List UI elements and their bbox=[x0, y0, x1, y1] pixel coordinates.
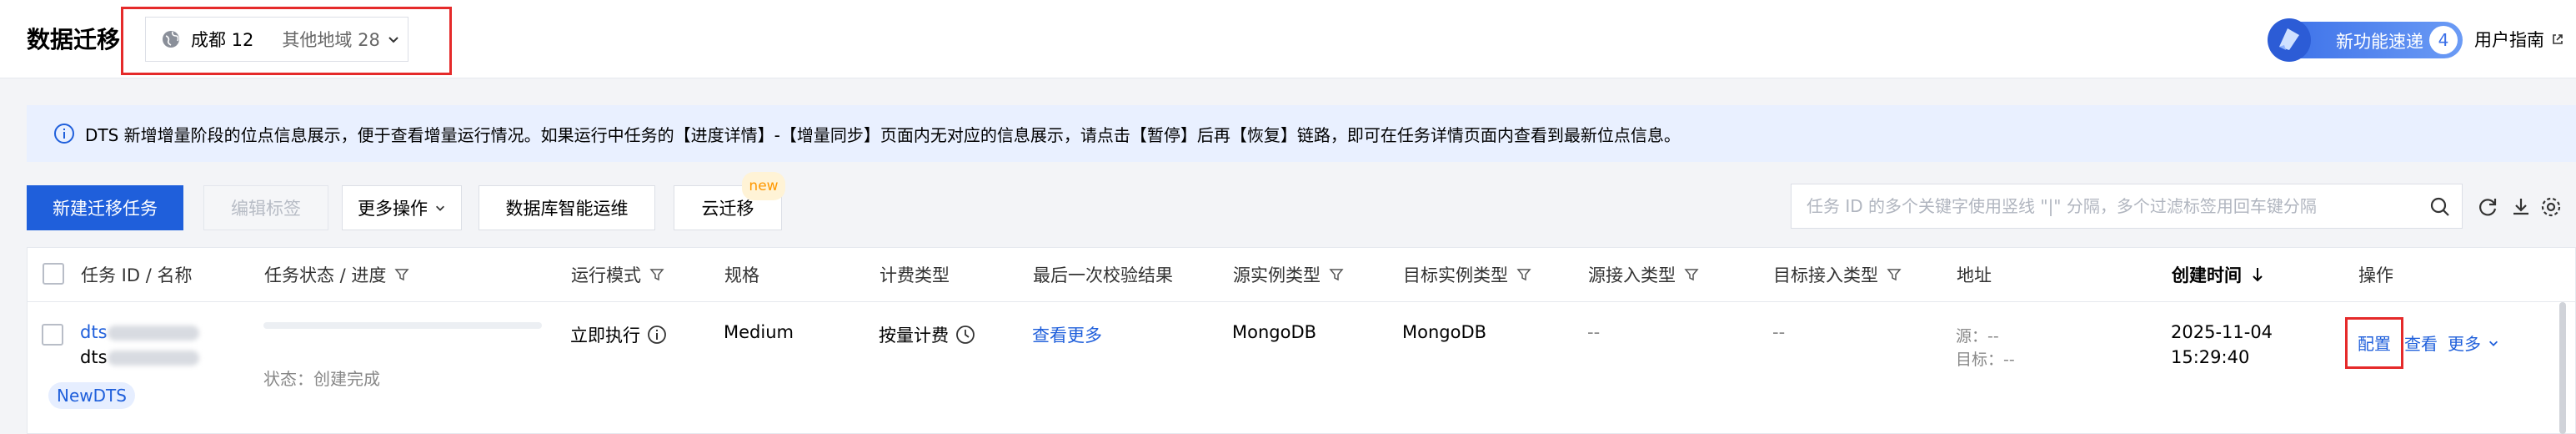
page-title: 数据迁移 bbox=[27, 26, 121, 53]
task-id-link[interactable]: dts bbox=[80, 322, 199, 342]
chevron-down-icon bbox=[434, 202, 446, 214]
column-header-actions: 操作 bbox=[2358, 265, 2393, 285]
task-tag[interactable]: NewDTS bbox=[48, 382, 135, 409]
column-header-source-access-label: 源接入类型 bbox=[1588, 265, 1676, 285]
created-time: 15:29:40 bbox=[2171, 347, 2250, 367]
region-other[interactable]: 其他地域 28 bbox=[282, 27, 379, 52]
task-status: 状态：创建完成 bbox=[263, 369, 380, 389]
task-id-prefix: dts bbox=[80, 322, 108, 342]
column-header-source-type-label: 源实例类型 bbox=[1233, 265, 1321, 285]
column-header-status-label: 任务状态 / 进度 bbox=[264, 265, 387, 285]
column-header-target-access[interactable]: 目标接入类型 bbox=[1773, 248, 1902, 301]
column-header-run-mode[interactable]: 运行模式 bbox=[571, 248, 664, 301]
column-header-run-mode-label: 运行模式 bbox=[571, 265, 641, 285]
filter-icon[interactable] bbox=[1516, 267, 1531, 282]
gear-icon[interactable] bbox=[2539, 195, 2563, 219]
search-icon[interactable] bbox=[2428, 195, 2452, 224]
sort-down-icon[interactable] bbox=[2250, 266, 2265, 283]
column-header-billing: 计费类型 bbox=[880, 265, 950, 285]
config-action[interactable]: 配置 bbox=[2358, 331, 2391, 355]
new-badge: new bbox=[742, 172, 785, 200]
column-header-spec: 规格 bbox=[724, 265, 759, 285]
filter-icon[interactable] bbox=[394, 267, 410, 282]
more-operations-label: 更多操作 bbox=[358, 199, 428, 219]
column-header-source-access[interactable]: 源接入类型 bbox=[1588, 248, 1699, 301]
new-features-label: 新功能速递 bbox=[2336, 32, 2423, 52]
table-header-divider bbox=[28, 301, 2576, 302]
new-features-count: 4 bbox=[2429, 26, 2458, 54]
source-access: -- bbox=[1587, 322, 1601, 342]
column-header-target-type[interactable]: 目标实例类型 bbox=[1403, 248, 1531, 301]
user-guide-link[interactable]: 用户指南 bbox=[2474, 27, 2564, 52]
target-access: -- bbox=[1772, 322, 1786, 342]
chevron-down-icon bbox=[387, 33, 400, 46]
view-action[interactable]: 查看 bbox=[2404, 331, 2438, 355]
filter-icon[interactable] bbox=[1329, 267, 1344, 282]
more-operations-button[interactable]: 更多操作 bbox=[342, 185, 462, 230]
column-header-created-time[interactable]: 创建时间 bbox=[2172, 248, 2265, 301]
address-target: 目标：-- bbox=[1956, 351, 2015, 369]
billing-label: 按量计费 bbox=[879, 326, 949, 346]
db-smart-ops-button[interactable]: 数据库智能运维 bbox=[479, 185, 655, 230]
search-box[interactable] bbox=[1791, 184, 2463, 229]
redacted-name bbox=[107, 351, 199, 366]
address-source: 源：-- bbox=[1956, 327, 1999, 346]
page-header: 数据迁移 成都 12 其他地域 28 新功能速递 4 用户指南 bbox=[0, 0, 2576, 78]
progress-bar bbox=[263, 322, 542, 329]
task-name: dts bbox=[80, 347, 199, 367]
column-header-check-result: 最后一次校验结果 bbox=[1033, 265, 1173, 285]
edit-tags-button[interactable]: 编辑标签 bbox=[203, 185, 328, 230]
column-header-created-time-label: 创建时间 bbox=[2172, 265, 2242, 285]
column-header-id: 任务 ID / 名称 bbox=[81, 265, 193, 285]
filter-icon[interactable] bbox=[1684, 267, 1699, 282]
filter-icon[interactable] bbox=[1887, 267, 1902, 282]
source-type: MongoDB bbox=[1232, 322, 1317, 342]
new-features-button[interactable]: 新功能速递 4 bbox=[2268, 18, 2463, 62]
search-input[interactable] bbox=[1807, 196, 2423, 216]
more-action-label: 更多 bbox=[2448, 334, 2481, 354]
select-all-checkbox[interactable] bbox=[43, 263, 64, 285]
column-header-source-type[interactable]: 源实例类型 bbox=[1233, 248, 1344, 301]
globe-icon bbox=[161, 29, 181, 49]
info-icon bbox=[53, 123, 75, 144]
region-selector[interactable]: 成都 12 其他地域 28 bbox=[145, 17, 408, 62]
region-current[interactable]: 成都 12 bbox=[191, 27, 253, 52]
user-guide-label: 用户指南 bbox=[2474, 30, 2544, 50]
redacted-id bbox=[107, 326, 199, 341]
rocket-icon bbox=[2264, 15, 2314, 65]
check-result-link[interactable]: 查看更多 bbox=[1032, 322, 1102, 347]
info-notice: DTS 新增增量阶段的位点信息展示，便于查看增量运行情况。如果运行中任务的【进度… bbox=[27, 105, 2576, 162]
task-name-prefix: dts bbox=[80, 347, 108, 367]
row-checkbox[interactable] bbox=[42, 324, 63, 346]
column-header-address: 地址 bbox=[1957, 265, 1992, 285]
run-mode-label: 立即执行 bbox=[570, 326, 640, 346]
refresh-icon[interactable] bbox=[2476, 195, 2499, 219]
chevron-down-icon bbox=[2488, 337, 2499, 349]
create-migration-task-button[interactable]: 新建迁移任务 bbox=[27, 185, 183, 230]
more-action[interactable]: 更多 bbox=[2448, 331, 2499, 355]
run-mode: 立即执行 bbox=[570, 322, 667, 347]
column-header-status[interactable]: 任务状态 / 进度 bbox=[264, 248, 410, 301]
notice-text: DTS 新增增量阶段的位点信息展示，便于查看增量运行情况。如果运行中任务的【进度… bbox=[85, 124, 1681, 145]
column-header-target-access-label: 目标接入类型 bbox=[1773, 265, 1878, 285]
column-header-target-type-label: 目标实例类型 bbox=[1403, 265, 1508, 285]
external-link-icon bbox=[2551, 33, 2564, 46]
target-type: MongoDB bbox=[1402, 322, 1487, 342]
created-date: 2025-11-04 bbox=[2171, 322, 2273, 342]
vertical-scrollbar[interactable] bbox=[2559, 302, 2566, 434]
spec-value: Medium bbox=[724, 322, 794, 342]
download-icon[interactable] bbox=[2509, 195, 2533, 219]
info-icon[interactable] bbox=[647, 325, 667, 345]
billing-type: 按量计费 bbox=[879, 322, 975, 347]
clock-icon bbox=[955, 325, 975, 345]
filter-icon[interactable] bbox=[649, 267, 664, 282]
